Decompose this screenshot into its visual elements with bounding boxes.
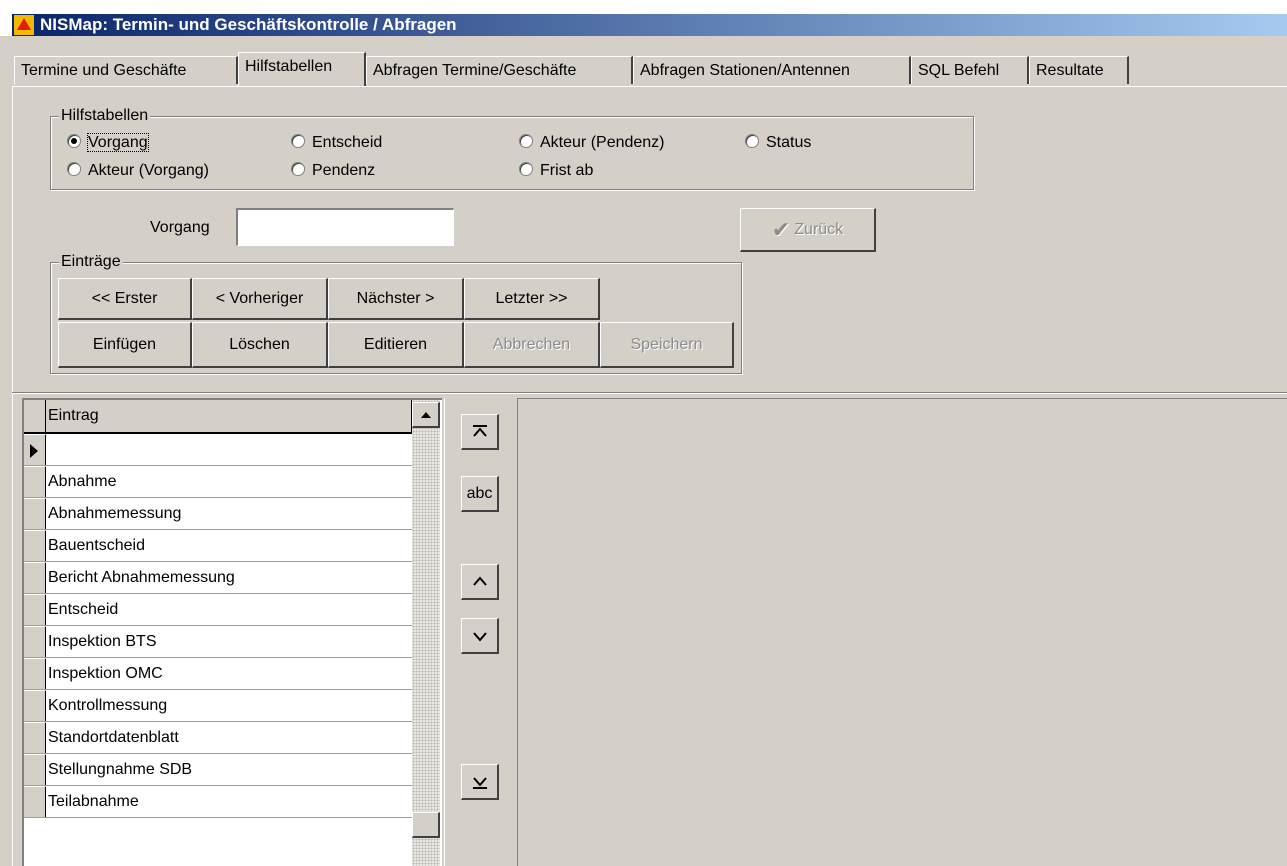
radio-status[interactable]: Status <box>745 133 811 153</box>
checkmark-icon: ✔ <box>771 216 791 242</box>
title-bar: NISMap: Termin- und Geschäftskontrolle /… <box>0 0 1287 36</box>
divider <box>12 392 1287 394</box>
eintraege-legend: Einträge <box>59 252 123 272</box>
scroll-thumb[interactable] <box>412 812 440 838</box>
app-icon <box>14 15 34 35</box>
table-row[interactable]: Inspektion OMC <box>24 658 412 690</box>
vorgang-label: Vorgang <box>150 219 210 236</box>
vorgang-input[interactable] <box>236 208 454 246</box>
tab-abfragen-termine-geschaefte[interactable]: Abfragen Termine/Geschäfte <box>366 56 633 84</box>
row-indicator[interactable] <box>24 690 46 721</box>
loeschen-button[interactable]: Löschen <box>192 322 328 368</box>
radio-pendenz[interactable]: Pendenz <box>291 161 375 181</box>
grid-header: Eintrag <box>24 400 412 434</box>
row-indicator[interactable] <box>24 498 46 529</box>
tab-hilfstabellen[interactable]: Hilfstabellen <box>238 52 366 86</box>
radio-icon <box>291 162 305 176</box>
grid-vertical-scrollbar[interactable] <box>412 400 440 866</box>
tab-sql-befehl[interactable]: SQL Befehl <box>911 56 1029 84</box>
speichern-button[interactable]: Speichern <box>600 322 734 368</box>
radio-entscheid[interactable]: Entscheid <box>291 133 382 153</box>
radio-icon <box>745 134 759 148</box>
radio-icon <box>67 162 81 176</box>
table-row[interactable]: Standortdatenblatt <box>24 722 412 754</box>
row-indicator[interactable] <box>24 786 46 817</box>
move-to-top-button[interactable] <box>461 414 499 450</box>
hilfstabellen-group: Hilfstabellen Vorgang Entscheid Akteur (… <box>50 106 974 190</box>
tab-resultate[interactable]: Resultate <box>1029 56 1129 84</box>
radio-icon <box>519 162 533 176</box>
eintrag-grid[interactable]: Eintrag Abnahme Abnahmemessung Bauentsch… <box>22 398 442 866</box>
first-record-button[interactable]: << Erster <box>58 278 192 320</box>
radio-akteur-pendenz[interactable]: Akteur (Pendenz) <box>519 133 665 153</box>
move-to-bottom-icon <box>472 776 487 789</box>
row-indicator[interactable] <box>24 658 46 689</box>
row-indicator[interactable] <box>24 434 46 465</box>
grid-corner <box>24 400 46 432</box>
abbrechen-button[interactable]: Abbrechen <box>464 322 600 368</box>
next-record-button[interactable]: Nächster > <box>328 278 464 320</box>
window-title: NISMap: Termin- und Geschäftskontrolle /… <box>40 15 457 34</box>
table-cell[interactable]: Bericht Abnahmemessung <box>48 562 235 593</box>
move-down-button[interactable] <box>461 618 499 654</box>
last-record-button[interactable]: Letzter >> <box>464 278 600 320</box>
table-cell[interactable]: Kontrollmessung <box>48 690 167 721</box>
scroll-up-button[interactable] <box>412 402 440 428</box>
move-down-icon <box>472 631 487 642</box>
table-cell[interactable]: Stellungnahme SDB <box>48 754 192 785</box>
table-cell[interactable]: Standortdatenblatt <box>48 722 179 753</box>
empty-detail-area <box>518 398 1287 866</box>
table-row[interactable]: Abnahmemessung <box>24 498 412 530</box>
table-row[interactable]: Stellungnahme SDB <box>24 754 412 786</box>
row-indicator[interactable] <box>24 466 46 497</box>
table-row[interactable]: Teilabnahme <box>24 786 412 818</box>
order-button-panel: abc <box>444 398 518 866</box>
current-row-icon <box>30 444 38 458</box>
table-row[interactable]: Abnahme <box>24 466 412 498</box>
table-row[interactable]: Bauentscheid <box>24 530 412 562</box>
table-row[interactable] <box>24 434 412 466</box>
move-to-top-icon <box>472 424 487 437</box>
scroll-up-arrow-icon <box>421 412 431 418</box>
grid-rows: Abnahme Abnahmemessung Bauentscheid Beri… <box>24 434 412 818</box>
row-indicator[interactable] <box>24 754 46 785</box>
table-row[interactable]: Inspektion BTS <box>24 626 412 658</box>
tab-abfragen-stationen-antennen[interactable]: Abfragen Stationen/Antennen <box>633 56 911 84</box>
row-indicator[interactable] <box>24 626 46 657</box>
table-cell[interactable]: Inspektion OMC <box>48 658 163 689</box>
table-cell[interactable]: Bauentscheid <box>48 530 145 561</box>
radio-icon <box>519 134 533 148</box>
radio-selected-icon <box>67 134 81 148</box>
zurueck-button[interactable]: ✔ Zurück <box>740 208 876 252</box>
previous-record-button[interactable]: < Vorheriger <box>192 278 328 320</box>
sort-alphabetical-icon: abc <box>466 484 493 502</box>
row-indicator[interactable] <box>24 562 46 593</box>
editieren-button[interactable]: Editieren <box>328 322 464 368</box>
row-indicator[interactable] <box>24 722 46 753</box>
table-cell[interactable]: Abnahmemessung <box>48 498 181 529</box>
radio-akteur-vorgang[interactable]: Akteur (Vorgang) <box>67 161 209 181</box>
move-up-icon <box>472 575 487 586</box>
sort-alphabetical-button[interactable]: abc <box>461 476 499 512</box>
table-row[interactable]: Bericht Abnahmemessung <box>24 562 412 594</box>
table-cell[interactable]: Entscheid <box>48 594 118 625</box>
move-up-button[interactable] <box>461 564 499 600</box>
hilfstabellen-legend: Hilfstabellen <box>59 106 151 126</box>
tab-termine-und-geschaefte[interactable]: Termine und Geschäfte <box>14 56 238 84</box>
table-cell[interactable]: Abnahme <box>48 466 117 497</box>
table-row[interactable]: Kontrollmessung <box>24 690 412 722</box>
row-indicator[interactable] <box>24 530 46 561</box>
row-indicator[interactable] <box>24 594 46 625</box>
radio-frist-ab[interactable]: Frist ab <box>519 161 593 181</box>
table-cell[interactable]: Inspektion BTS <box>48 626 157 657</box>
table-row[interactable]: Entscheid <box>24 594 412 626</box>
table-cell[interactable]: Teilabnahme <box>48 786 139 817</box>
einfuegen-button[interactable]: Einfügen <box>58 322 192 368</box>
move-to-bottom-button[interactable] <box>461 764 499 800</box>
radio-vorgang[interactable]: Vorgang <box>67 133 149 153</box>
radio-icon <box>291 134 305 148</box>
column-header-eintrag[interactable]: Eintrag <box>46 400 412 432</box>
